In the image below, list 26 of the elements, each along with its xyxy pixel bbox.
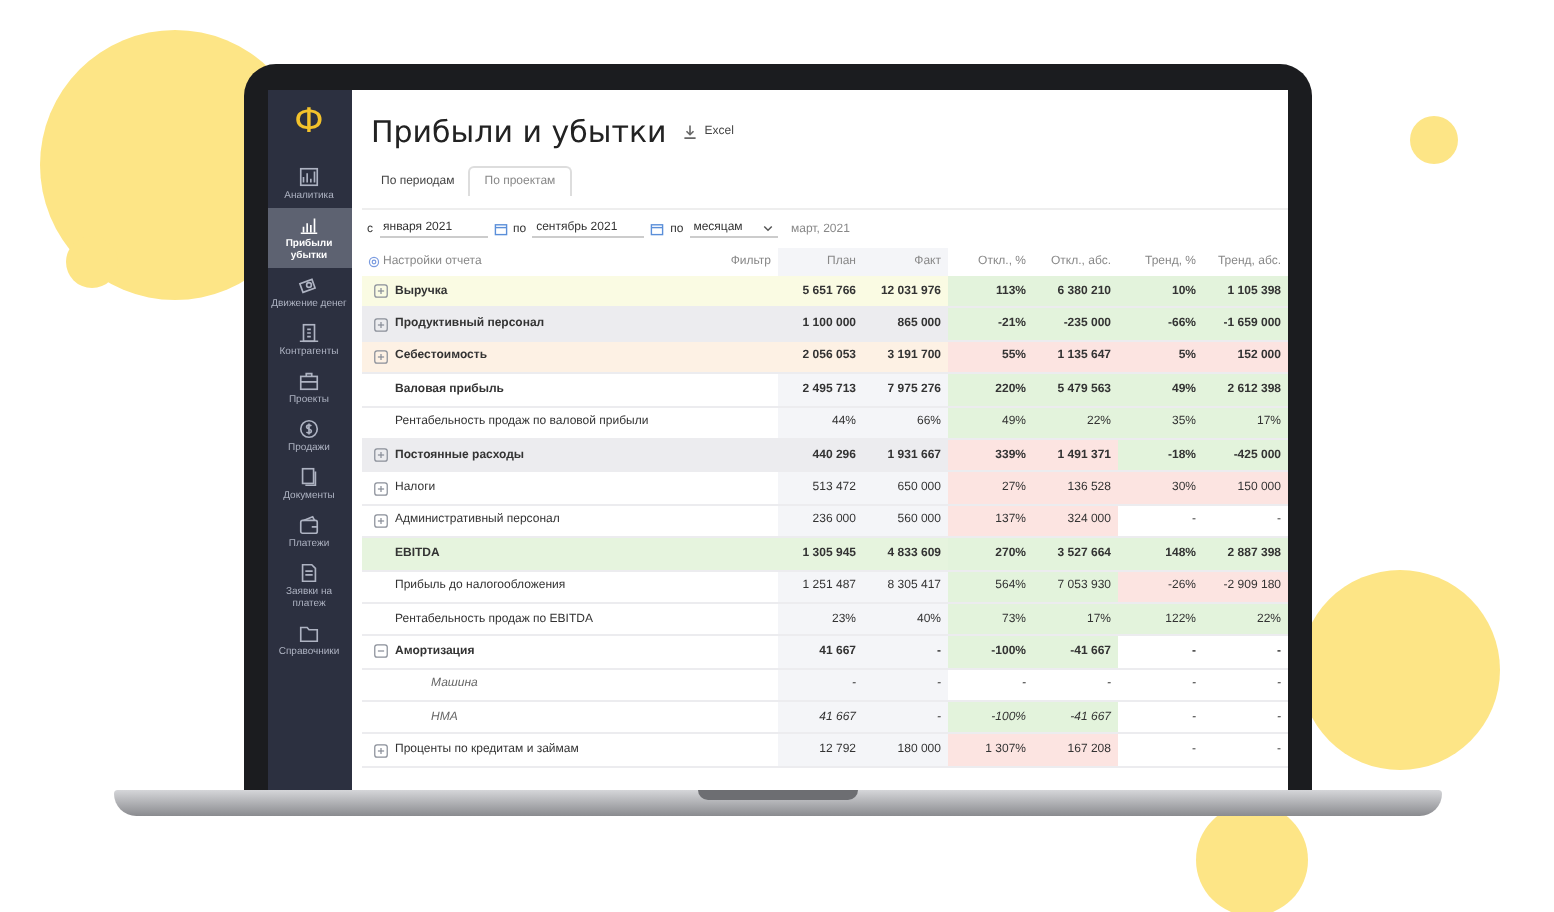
calendar-icon[interactable] [650, 222, 665, 236]
expander-icon[interactable] [373, 513, 387, 528]
page-title: Прибыли и убытки [371, 114, 667, 150]
documents-icon [298, 466, 320, 488]
expander-icon[interactable] [373, 349, 387, 364]
calendar-icon[interactable] [493, 222, 507, 236]
document-icon [298, 562, 320, 584]
chevron-down-icon [761, 222, 774, 234]
briefcase-icon [298, 370, 320, 392]
folder-icon [298, 622, 320, 644]
expander-icon[interactable] [373, 317, 387, 332]
settings-icon [367, 256, 379, 268]
wallet-icon [298, 514, 320, 536]
expander-icon[interactable] [373, 743, 387, 758]
banknote-icon [298, 274, 320, 296]
expander-icon[interactable] [373, 644, 387, 659]
expander-icon[interactable] [373, 481, 387, 496]
chart-icon [298, 166, 320, 188]
logo: Ф [292, 100, 326, 146]
building-icon [298, 322, 320, 344]
expander-icon[interactable] [373, 448, 387, 463]
dollar-coin-icon [298, 418, 320, 440]
decorative-circle [1410, 116, 1458, 164]
download-icon [682, 124, 699, 140]
bar-chart-icon [298, 214, 320, 236]
expander-icon[interactable] [373, 284, 387, 299]
